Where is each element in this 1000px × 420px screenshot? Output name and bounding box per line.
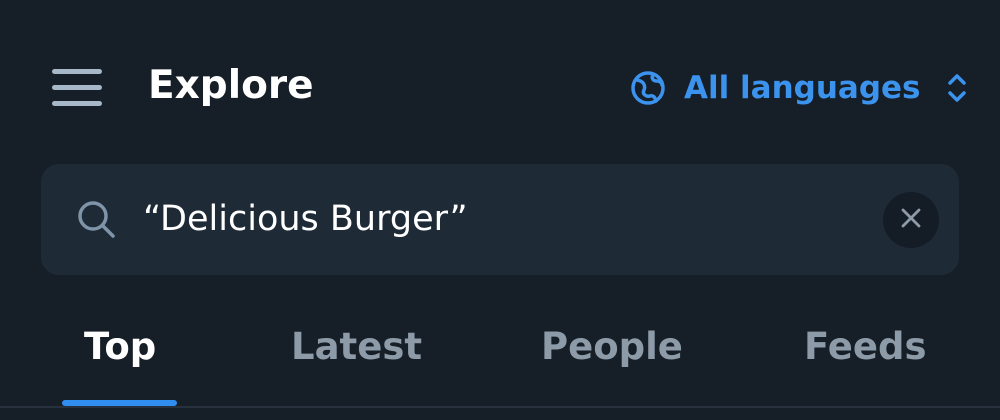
search-icon (75, 198, 117, 240)
tab-people[interactable]: People (541, 322, 683, 372)
menu-bar (52, 85, 102, 90)
menu-bar (52, 69, 102, 74)
menu-button[interactable] (45, 62, 109, 112)
clear-search-button[interactable] (883, 192, 939, 248)
tab-divider (0, 406, 1000, 408)
close-icon (900, 207, 922, 233)
tab-latest[interactable]: Latest (291, 322, 422, 372)
explore-screen: Explore All languages “Delicious Burger”… (0, 0, 1000, 420)
menu-bar (52, 101, 102, 106)
globe-icon (628, 68, 668, 108)
page-title: Explore (148, 63, 314, 108)
tab-bar: Top Latest People Feeds (0, 300, 1000, 420)
search-input[interactable] (143, 192, 863, 246)
language-selector[interactable]: All languages (628, 62, 971, 114)
chevron-up-down-icon (943, 68, 971, 108)
search-box (41, 164, 959, 275)
tab-feeds[interactable]: Feeds (804, 322, 926, 372)
header: Explore All languages (0, 0, 1000, 175)
tab-top[interactable]: Top (84, 322, 156, 372)
language-label: All languages (684, 70, 921, 106)
